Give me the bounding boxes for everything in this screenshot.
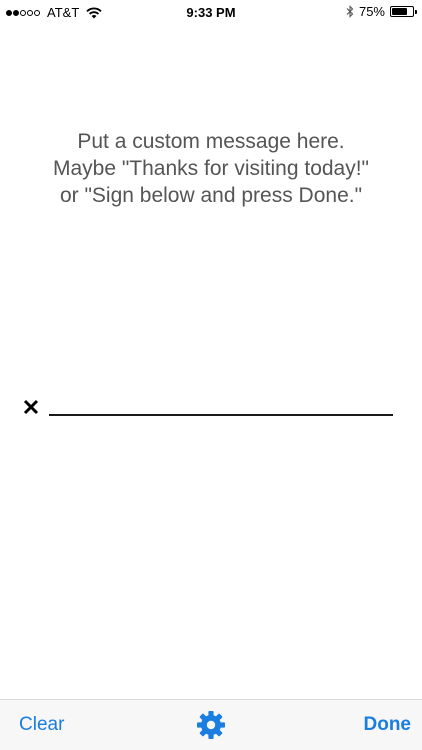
status-bar: AT&T 9:33 PM 75% xyxy=(0,0,422,26)
message-line: Maybe "Thanks for visiting today!" xyxy=(52,157,370,180)
battery-percent: 75% xyxy=(358,4,385,19)
x-mark-icon xyxy=(23,399,39,415)
clear-button[interactable]: Clear xyxy=(19,714,64,736)
battery-icon xyxy=(390,6,417,17)
gear-icon[interactable] xyxy=(196,710,226,740)
bottom-toolbar: Clear Done xyxy=(0,699,422,750)
bluetooth-icon xyxy=(346,5,354,18)
battery-tip xyxy=(415,10,417,14)
signature-screen: AT&T 9:33 PM 75% Put a custom message he… xyxy=(0,0,422,750)
battery-fill xyxy=(392,8,407,15)
signature-line[interactable] xyxy=(49,414,393,416)
message-line: Put a custom message here. xyxy=(77,130,345,153)
status-right: 75% xyxy=(346,4,417,19)
done-button[interactable]: Done xyxy=(364,714,412,736)
custom-message: Put a custom message here. Maybe "Thanks… xyxy=(0,128,422,209)
message-line: or "Sign below and press Done." xyxy=(59,184,363,207)
